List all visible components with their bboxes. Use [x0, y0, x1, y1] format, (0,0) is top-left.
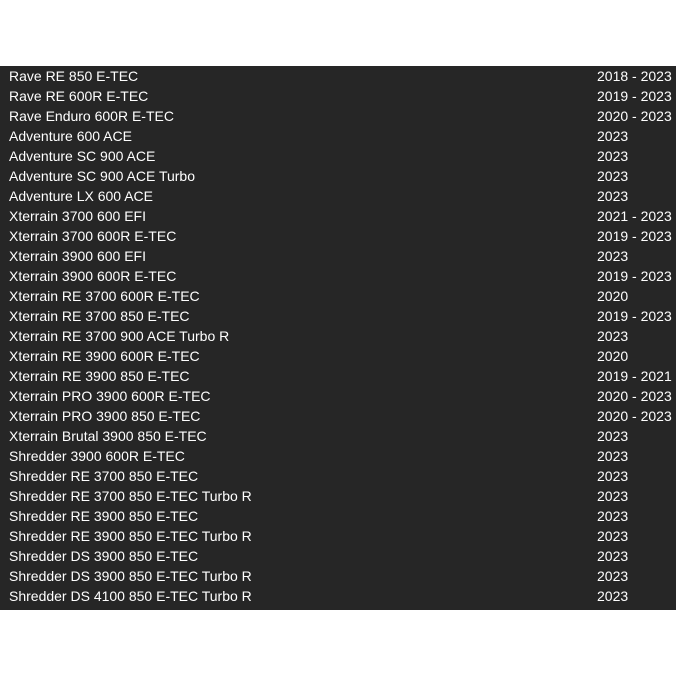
model-years: 2023: [597, 468, 629, 484]
model-name: Shredder RE 3700 850 E-TEC: [9, 468, 199, 484]
model-name: Xterrain Brutal 3900 850 E-TEC: [9, 428, 207, 444]
table-row: Xterrain 3900 600 EFI 2023: [0, 246, 676, 266]
model-years: 2023: [597, 328, 629, 344]
table-row: Xterrain PRO 3900 600R E-TEC 2020 - 2023: [0, 386, 676, 406]
model-name: Xterrain RE 3900 850 E-TEC: [9, 368, 190, 384]
model-years: 2023: [597, 168, 629, 184]
model-years: 2023: [597, 528, 629, 544]
model-years: 2019 - 2023: [597, 88, 672, 104]
table-row: Xterrain RE 3900 850 E-TEC 2019 - 2021: [0, 366, 676, 386]
model-name: Xterrain RE 3700 850 E-TEC: [9, 308, 190, 324]
model-name: Rave Enduro 600R E-TEC: [9, 108, 174, 124]
model-years: 2023: [597, 588, 629, 604]
model-name: Adventure 600 ACE: [9, 128, 132, 144]
model-name: Shredder DS 4100 850 E-TEC Turbo R: [9, 588, 252, 604]
model-years: 2020: [597, 348, 629, 364]
model-name: Shredder RE 3700 850 E-TEC Turbo R: [9, 488, 252, 504]
compatibility-table: Rave RE 850 E-TEC 2018 - 2023 Rave RE 600R…: [0, 66, 676, 610]
table-row: Xterrain 3900 600R E-TEC 2019 - 2023: [0, 266, 676, 286]
model-years: 2023: [597, 548, 629, 564]
model-name: Xterrain 3700 600R E-TEC: [9, 228, 177, 244]
model-name: Adventure LX 600 ACE: [9, 188, 153, 204]
table-row: Adventure SC 900 ACE 2023: [0, 146, 676, 166]
table-row: Shredder 3900 600R E-TEC 2023: [0, 446, 676, 466]
model-name: Adventure SC 900 ACE Turbo: [9, 168, 195, 184]
compatibility-rows: Rave RE 850 E-TEC 2018 - 2023 Rave RE 600R…: [0, 66, 676, 606]
model-years: 2021 - 2023: [597, 208, 672, 224]
model-years: 2023: [597, 148, 629, 164]
model-years: 2023: [597, 428, 629, 444]
model-name: Shredder 3900 600R E-TEC: [9, 448, 185, 464]
model-years: 2020 - 2023: [597, 108, 672, 124]
table-row: Xterrain RE 3700 900 ACE Turbo R 2023: [0, 326, 676, 346]
model-years: 2023: [597, 508, 629, 524]
model-name: Shredder RE 3900 850 E-TEC Turbo R: [9, 528, 252, 544]
table-row: Shredder DS 3900 850 E-TEC 2023: [0, 546, 676, 566]
model-years: 2023: [597, 568, 629, 584]
model-years: 2023: [597, 128, 629, 144]
model-years: 2023: [597, 188, 629, 204]
table-row: Xterrain 3700 600R E-TEC 2019 - 2023: [0, 226, 676, 246]
table-row: Rave RE 850 E-TEC 2018 - 2023: [0, 66, 676, 86]
model-name: Shredder DS 3900 850 E-TEC: [9, 548, 199, 564]
table-row: Shredder RE 3700 850 E-TEC 2023: [0, 466, 676, 486]
table-row: Xterrain PRO 3900 850 E-TEC 2020 - 2023: [0, 406, 676, 426]
model-name: Xterrain RE 3700 600R E-TEC: [9, 288, 200, 304]
model-name: Shredder DS 3900 850 E-TEC Turbo R: [9, 568, 252, 584]
model-name: Adventure SC 900 ACE: [9, 148, 156, 164]
table-row: Shredder RE 3900 850 E-TEC 2023: [0, 506, 676, 526]
model-name: Xterrain PRO 3900 600R E-TEC: [9, 388, 211, 404]
model-years: 2019 - 2021: [597, 368, 672, 384]
model-years: 2020 - 2023: [597, 388, 672, 404]
table-row: Shredder DS 3900 850 E-TEC Turbo R 2023: [0, 566, 676, 586]
table-row: Adventure LX 600 ACE 2023: [0, 186, 676, 206]
table-row: Rave RE 600R E-TEC 2019 - 2023: [0, 86, 676, 106]
model-name: Rave RE 600R E-TEC: [9, 88, 149, 104]
model-years: 2023: [597, 488, 629, 504]
model-name: Shredder RE 3900 850 E-TEC: [9, 508, 199, 524]
model-years: 2023: [597, 248, 629, 264]
table-row: Shredder RE 3700 850 E-TEC Turbo R 2023: [0, 486, 676, 506]
model-years: 2019 - 2023: [597, 268, 672, 284]
model-name: Xterrain RE 3700 900 ACE Turbo R: [9, 328, 230, 344]
table-row: Shredder RE 3900 850 E-TEC Turbo R 2023: [0, 526, 676, 546]
model-years: 2019 - 2023: [597, 308, 672, 324]
model-years: 2023: [597, 448, 629, 464]
model-years: 2020 - 2023: [597, 408, 672, 424]
table-row: Adventure 600 ACE 2023: [0, 126, 676, 146]
model-name: Xterrain RE 3900 600R E-TEC: [9, 348, 200, 364]
model-name: Rave RE 850 E-TEC: [9, 68, 139, 84]
table-row: Xterrain RE 3700 850 E-TEC 2019 - 2023: [0, 306, 676, 326]
table-row: Adventure SC 900 ACE Turbo 2023: [0, 166, 676, 186]
model-years: 2020: [597, 288, 629, 304]
model-name: Xterrain 3900 600R E-TEC: [9, 268, 177, 284]
table-row: Rave Enduro 600R E-TEC 2020 - 2023: [0, 106, 676, 126]
model-name: Xterrain 3700 600 EFI: [9, 208, 146, 224]
table-row: Xterrain Brutal 3900 850 E-TEC 2023: [0, 426, 676, 446]
model-years: 2018 - 2023: [597, 68, 672, 84]
model-name: Xterrain PRO 3900 850 E-TEC: [9, 408, 201, 424]
table-row: Xterrain RE 3900 600R E-TEC 2020: [0, 346, 676, 366]
model-years: 2019 - 2023: [597, 228, 672, 244]
table-row: Xterrain 3700 600 EFI 2021 - 2023: [0, 206, 676, 226]
table-row: Shredder DS 4100 850 E-TEC Turbo R 2023: [0, 586, 676, 606]
model-name: Xterrain 3900 600 EFI: [9, 248, 146, 264]
table-row: Xterrain RE 3700 600R E-TEC 2020: [0, 286, 676, 306]
